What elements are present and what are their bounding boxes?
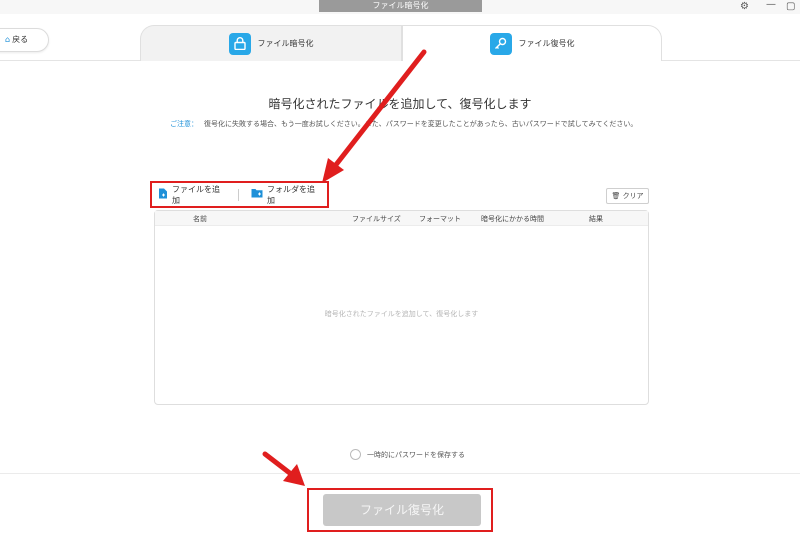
column-header-time[interactable]: 暗号化にかかる時間: [481, 214, 544, 224]
maximize-button[interactable]: ▢: [786, 0, 795, 14]
trash-icon: 🗑: [611, 192, 621, 200]
arrow-to-toolbar: [322, 49, 427, 183]
home-icon: ⌂: [5, 35, 11, 44]
clear-button[interactable]: 🗑 クリア: [606, 188, 649, 204]
add-file-button[interactable]: ファイルを追加: [152, 183, 232, 206]
title-bar: ファイル暗号化 ⚙ — ▢: [0, 0, 800, 14]
tab-file-encrypt-label: ファイル暗号化: [257, 39, 314, 48]
tab-bar: ファイル暗号化 ファイル復号化: [0, 25, 800, 61]
add-toolbar: ファイルを追加 フォルダを追加: [150, 181, 329, 208]
clear-button-label: クリア: [622, 192, 644, 200]
notice-body: 復号化に失敗する場合、もう一度お試しください。また、パスワードを変更したことがあ…: [204, 120, 638, 128]
tab-file-decrypt-label: ファイル復号化: [518, 39, 575, 48]
file-table[interactable]: 名前 ファイルサイズ フォーマット 暗号化にかかる時間 結果 暗号化されたファイ…: [154, 210, 649, 405]
window-title: ファイル暗号化: [319, 0, 482, 12]
notice-label: ご注意：: [170, 120, 198, 128]
arrow-to-decrypt-button: [262, 451, 305, 486]
page-title: 暗号化されたファイルを追加して、復号化します: [268, 97, 532, 111]
column-header-size[interactable]: ファイルサイズ: [352, 214, 401, 224]
notice-text: ご注意： 復号化に失敗する場合、もう一度お試しください。また、パスワードを変更した…: [170, 119, 637, 129]
back-button-label: 戻る: [12, 35, 29, 44]
back-button[interactable]: ⌂ 戻る: [0, 28, 49, 52]
column-header-format[interactable]: フォーマット: [419, 214, 461, 224]
tab-file-encrypt[interactable]: ファイル暗号化: [140, 25, 402, 61]
tab-file-decrypt[interactable]: ファイル復号化: [402, 25, 662, 61]
save-password-radio[interactable]: [350, 449, 361, 460]
column-header-result[interactable]: 結果: [589, 214, 603, 224]
empty-table-message: 暗号化されたファイルを追加して、復号化します: [324, 310, 479, 318]
add-folder-label: フォルダを追加: [267, 184, 316, 205]
column-header-name[interactable]: 名前: [193, 214, 207, 224]
add-folder-button[interactable]: フォルダを追加: [245, 183, 327, 206]
settings-gear-icon[interactable]: ⚙: [740, 0, 749, 14]
footer-divider: [0, 473, 800, 474]
table-header: 名前 ファイルサイズ フォーマット 暗号化にかかる時間 結果: [155, 211, 648, 226]
minimize-button[interactable]: —: [766, 0, 776, 12]
add-file-icon: [158, 188, 168, 202]
key-icon: [489, 32, 512, 55]
save-password-label: 一時的にパスワードを保存する: [367, 450, 465, 459]
decrypt-button[interactable]: ファイル復号化: [323, 494, 481, 526]
save-password-option[interactable]: 一時的にパスワードを保存する: [350, 449, 465, 460]
add-folder-icon: [251, 188, 263, 201]
toolbar-separator: [238, 188, 240, 201]
lock-icon: [228, 32, 251, 55]
add-file-label: ファイルを追加: [172, 184, 220, 205]
